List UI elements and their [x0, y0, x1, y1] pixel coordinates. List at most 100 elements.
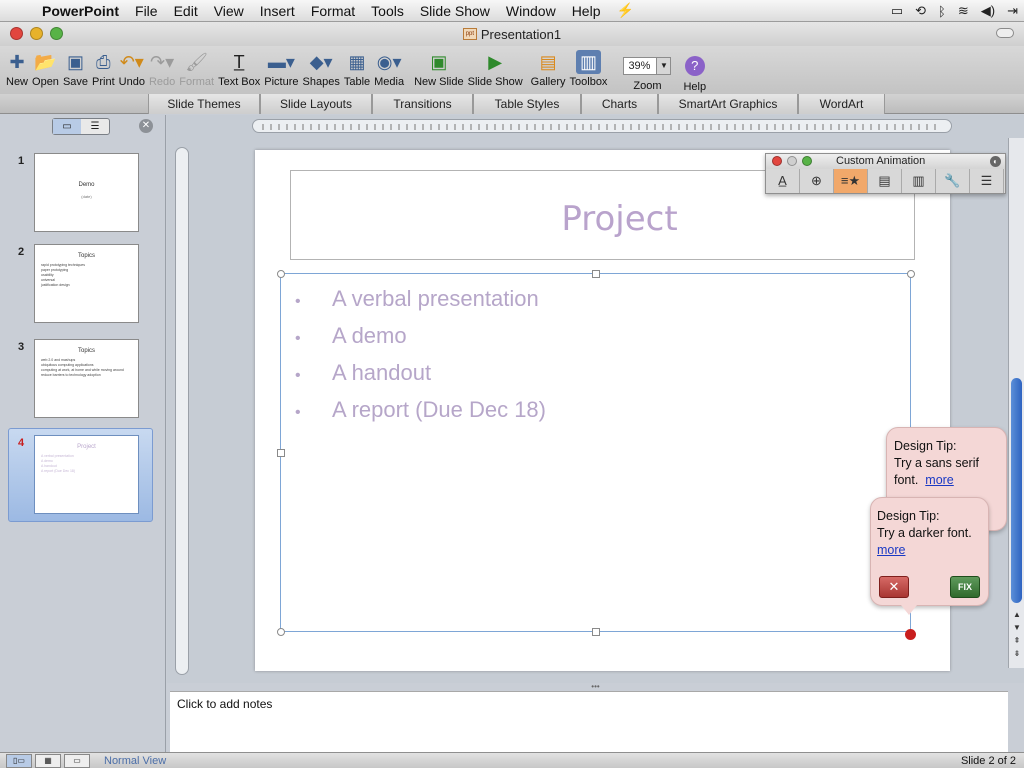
tab-slide-themes[interactable]: Slide Themes [148, 94, 260, 114]
input-menu-icon[interactable]: ⇥ [1007, 3, 1018, 19]
close-window-button[interactable] [10, 27, 23, 40]
outline-view-icon[interactable]: ☰ [81, 119, 109, 134]
slide-title[interactable]: Project [291, 199, 914, 239]
time-machine-icon[interactable]: ⟲ [915, 3, 926, 19]
zoom-palette-button[interactable] [802, 156, 812, 166]
menu-edit[interactable]: Edit [166, 3, 206, 19]
menu-file[interactable]: File [127, 3, 166, 19]
scrollbar-thumb[interactable] [1011, 378, 1022, 603]
undo-button[interactable]: ↶▾ Undo [119, 46, 145, 88]
resize-handle[interactable] [277, 628, 285, 636]
list-item[interactable]: • A report (Due Dec 18) [293, 397, 546, 434]
minimize-palette-button[interactable] [787, 156, 797, 166]
script-icon[interactable]: ⚡ [608, 2, 641, 19]
redo-button[interactable]: ↷▾ Redo [149, 46, 175, 88]
zoom-select[interactable]: 39% ▼ [623, 57, 672, 75]
help-button[interactable]: ? Help [683, 46, 706, 93]
slide-show-view-icon[interactable]: ▭ [64, 754, 90, 768]
menu-view[interactable]: View [206, 3, 252, 19]
resize-handle[interactable] [592, 628, 600, 636]
design-tip-marker[interactable] [905, 629, 916, 640]
object-palette-icon[interactable]: ⊕ [800, 169, 834, 193]
tab-slide-layouts[interactable]: Slide Layouts [260, 94, 372, 114]
resize-handle[interactable] [277, 449, 285, 457]
toolbox-button[interactable]: ▥ Toolbox [570, 46, 607, 88]
menu-slide-show[interactable]: Slide Show [412, 3, 498, 19]
shapes-button[interactable]: ◆▾ Shapes [303, 46, 340, 88]
media-button[interactable]: ◉▾ Media [374, 46, 404, 88]
battery-icon[interactable]: ▭ [891, 3, 903, 19]
slide-thumbnail-4[interactable]: Project A verbal presentation A demo A h… [34, 435, 139, 514]
notes-splitter[interactable]: ••• [167, 683, 1024, 691]
zoom-window-button[interactable] [50, 27, 63, 40]
gallery-button[interactable]: ▤ Gallery [531, 46, 566, 88]
table-button[interactable]: ▦ Table [344, 46, 370, 88]
menu-format[interactable]: Format [303, 3, 363, 19]
resize-handle[interactable] [277, 270, 285, 278]
list-item[interactable]: • A verbal presentation [293, 286, 546, 323]
project-palette-icon[interactable]: ☰ [970, 169, 1004, 193]
normal-view-icon[interactable]: ▯▭ [6, 754, 32, 768]
tab-transitions[interactable]: Transitions [372, 94, 473, 114]
next-slide-icon[interactable]: ⇟ [1009, 647, 1024, 660]
palette-window-controls [772, 156, 812, 166]
slide-show-button[interactable]: ▶ Slide Show [468, 46, 523, 88]
wifi-icon[interactable]: ≋ [958, 3, 969, 19]
palette-options-icon[interactable]: ◐ [990, 156, 1001, 167]
tab-table-styles[interactable]: Table Styles [473, 94, 581, 114]
text-box-button[interactable]: T̲ Text Box [218, 46, 260, 88]
vertical-ruler[interactable] [175, 147, 189, 675]
scroll-up-icon[interactable]: ▲ [1009, 608, 1024, 621]
close-palette-button[interactable] [772, 156, 782, 166]
save-button[interactable]: ▣ Save [63, 46, 88, 88]
dismiss-tip-button[interactable]: ✕ [879, 576, 909, 598]
resize-handle[interactable] [907, 270, 915, 278]
minimize-window-button[interactable] [30, 27, 43, 40]
menu-tools[interactable]: Tools [363, 3, 412, 19]
toolbox-tabs: A̲ ⊕ ≡★ ▤ ▥ 🔧 ☰ [766, 169, 1005, 193]
resize-handle[interactable] [592, 270, 600, 278]
custom-animation-icon[interactable]: ≡★ [834, 169, 868, 193]
palette-title-bar[interactable]: Custom Animation ◐ [766, 154, 1005, 169]
list-item[interactable]: • A handout [293, 360, 546, 397]
slide-sorter-icon[interactable]: ▦ [35, 754, 61, 768]
slides-view-icon[interactable]: ▭ [53, 119, 81, 134]
previous-slide-icon[interactable]: ⇞ [1009, 634, 1024, 647]
menu-app-powerpoint[interactable]: PowerPoint [34, 3, 127, 19]
tip-more-link[interactable]: more [877, 543, 905, 557]
print-button[interactable]: ⎙ Print [92, 46, 115, 88]
tab-charts[interactable]: Charts [581, 94, 658, 114]
fix-tip-button[interactable]: FIX [950, 576, 980, 598]
new-slide-button[interactable]: ▣ New Slide [414, 46, 464, 88]
reference-tools-icon[interactable]: ▥ [902, 169, 936, 193]
picture-button[interactable]: ▬▾ Picture [264, 46, 298, 88]
close-pane-icon[interactable]: ✕ [139, 119, 153, 133]
toolbox-icon: ▥ [575, 50, 601, 74]
format-painter-button[interactable]: 🖌 Format [179, 46, 214, 88]
volume-icon[interactable]: ◀) [981, 3, 995, 19]
compatibility-icon[interactable]: 🔧 [936, 169, 970, 193]
formatting-palette-icon[interactable]: A̲ [766, 169, 800, 193]
tab-smartart-graphics[interactable]: SmartArt Graphics [658, 94, 798, 114]
chevron-down-icon[interactable]: ▼ [656, 58, 671, 74]
tip-more-link[interactable]: more [925, 473, 953, 487]
open-button[interactable]: 📂 Open [32, 46, 59, 88]
scrapbook-icon[interactable]: ▤ [868, 169, 902, 193]
slide-thumbnail-2[interactable]: Topics rapid prototyping techniques pape… [34, 244, 139, 323]
tab-wordart[interactable]: WordArt [798, 94, 885, 114]
slide-thumbnail-3[interactable]: Topics web 2.0 and mashups ubiquitous co… [34, 339, 139, 418]
menu-help[interactable]: Help [564, 3, 609, 19]
notes-pane[interactable]: Click to add notes [170, 691, 1008, 752]
bluetooth-icon[interactable]: ᛒ [938, 4, 946, 19]
list-item[interactable]: • A demo [293, 323, 546, 360]
horizontal-ruler[interactable] [252, 119, 952, 133]
new-button[interactable]: ✚ New [6, 46, 28, 88]
menu-insert[interactable]: Insert [252, 3, 303, 19]
slide-thumbnail-1[interactable]: Demo (date) [34, 153, 139, 232]
toolbar-toggle-button[interactable] [996, 28, 1014, 38]
menu-window[interactable]: Window [498, 3, 564, 19]
content-placeholder[interactable]: • A verbal presentation • A demo • A handou… [277, 270, 915, 636]
scroll-down-icon[interactable]: ▼ [1009, 621, 1024, 634]
slide-canvas[interactable]: Project • A verbal presentation • A demo •… [255, 150, 950, 671]
vertical-scrollbar[interactable]: ▲ ▼ ⇞ ⇟ [1008, 138, 1024, 668]
